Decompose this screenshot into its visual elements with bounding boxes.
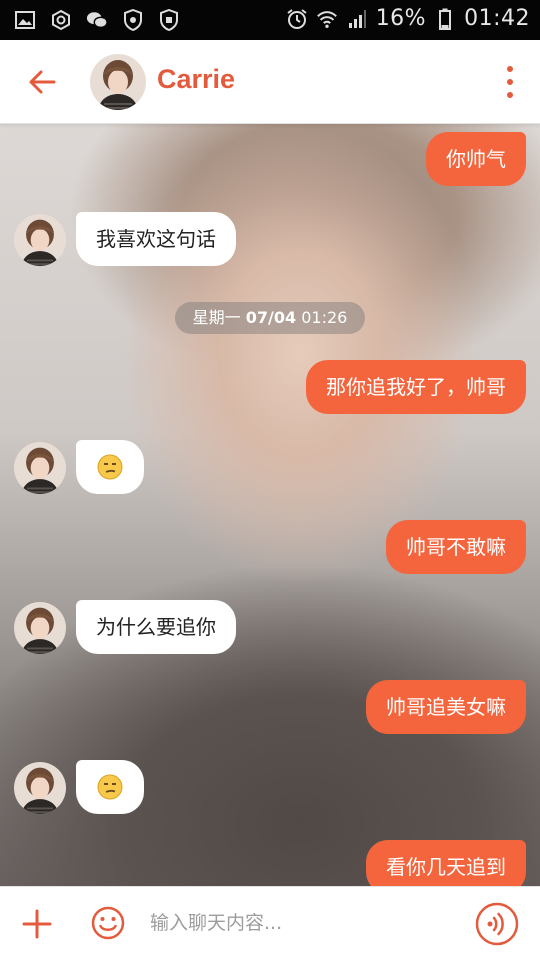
battery-icon [434,8,456,30]
timestamp-weekday: 星期一 [192,308,241,327]
contact-name[interactable]: Carrie [157,64,235,95]
alarm-icon [286,8,308,30]
incoming-message[interactable]: 为什么要追你 [76,600,236,654]
outgoing-message[interactable]: 看你几天追到 [366,840,526,886]
more-vertical-icon [507,66,513,72]
smirk-emoji-icon [97,774,123,800]
wechat-icon [86,9,108,31]
status-bar-system: 16% 01:42 [286,6,530,31]
timestamp-date: 07/04 [245,308,297,327]
more-options-button[interactable] [502,66,518,98]
timestamp-time: 01:26 [301,308,348,327]
attach-button[interactable] [20,907,54,941]
incoming-message[interactable]: 我喜欢这句话 [76,212,236,266]
back-button[interactable] [22,62,62,102]
timestamp-divider: 星期一 07/04 01:26 [175,302,365,334]
contact-avatar-small[interactable] [14,602,66,654]
incoming-emoji-message[interactable] [76,760,144,814]
image-icon [14,9,36,31]
contact-avatar-small[interactable] [14,214,66,266]
status-bar-notifications [14,9,180,31]
contact-avatar[interactable] [90,54,146,110]
contact-avatar-small[interactable] [14,762,66,814]
status-bar: 16% 01:42 [0,0,540,40]
shield-icon [158,9,180,31]
smiley-icon [91,906,125,940]
arrow-left-icon [29,70,56,94]
chat-messages[interactable]: 你帅气 我喜欢这句话 星期一 07/04 01:26 那你追我好了，帅哥 帅哥不… [0,124,540,886]
wifi-icon [316,8,338,30]
plus-icon [22,909,52,939]
message-input[interactable] [150,903,450,943]
signal-icon [346,8,368,30]
voice-button[interactable] [474,901,520,947]
outgoing-message[interactable]: 你帅气 [426,132,526,186]
message-input-bar [0,886,540,960]
emoji-button[interactable] [90,905,126,941]
shield-icon [122,9,144,31]
camera-icon [50,9,72,31]
contact-avatar-small[interactable] [14,442,66,494]
outgoing-message[interactable]: 帅哥追美女嘛 [366,680,526,734]
clock: 01:42 [464,6,530,31]
battery-percentage: 16% [375,6,427,31]
incoming-emoji-message[interactable] [76,440,144,494]
voice-icon [475,902,519,946]
outgoing-message[interactable]: 帅哥不敢嘛 [386,520,526,574]
outgoing-message[interactable]: 那你追我好了，帅哥 [306,360,526,414]
chat-header: Carrie [0,40,540,124]
smirk-emoji-icon [97,454,123,480]
